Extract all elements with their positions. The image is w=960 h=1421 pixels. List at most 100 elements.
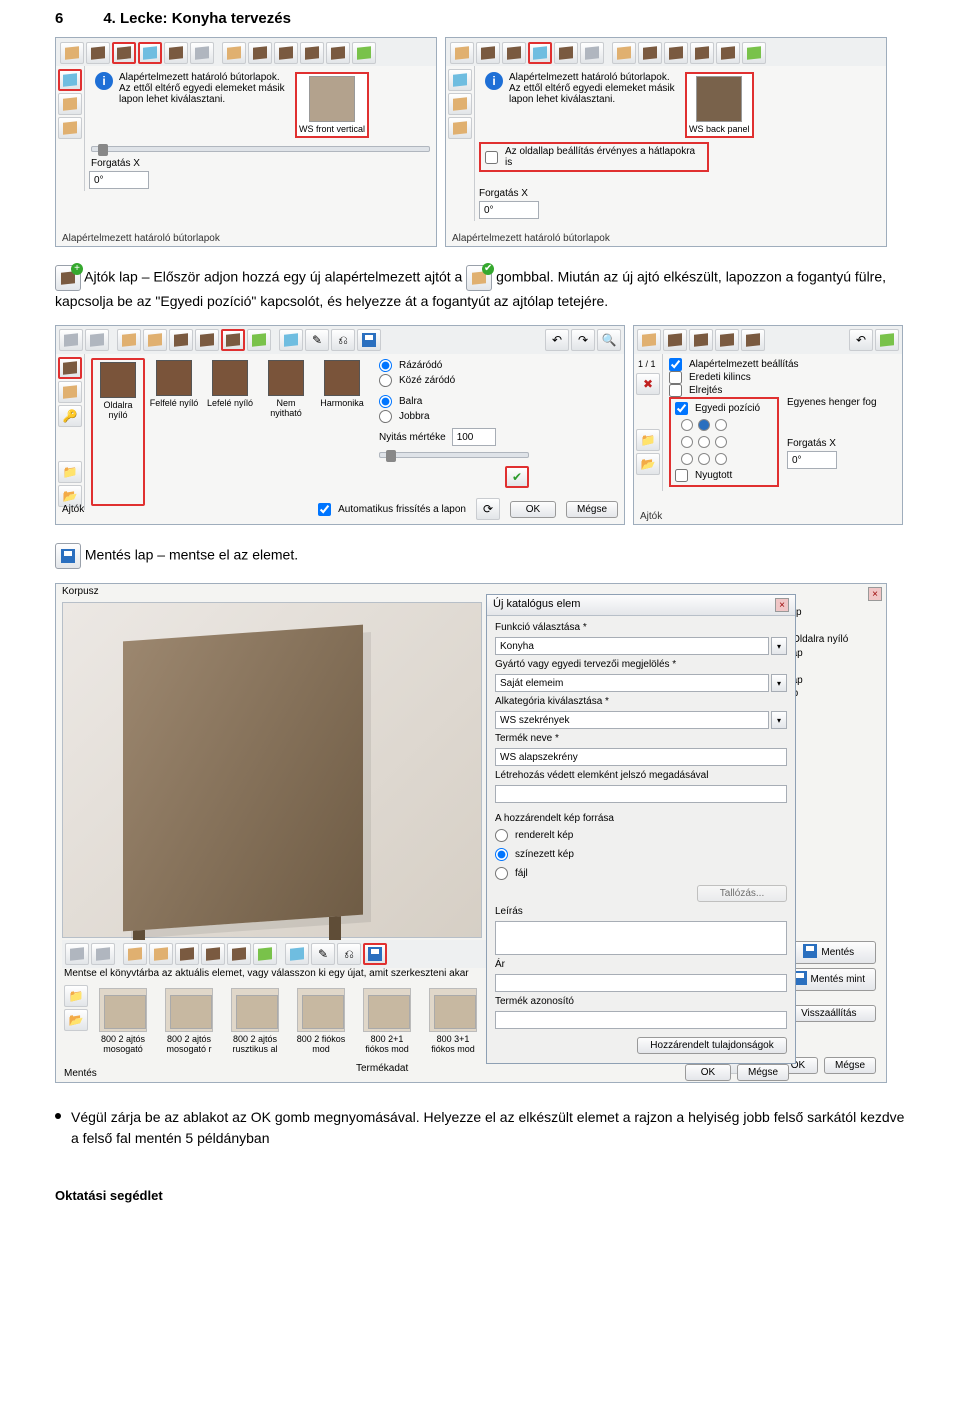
cabinet-icon[interactable] bbox=[476, 42, 500, 64]
tb-icon[interactable] bbox=[59, 329, 83, 351]
door-type-felfele[interactable]: Felfelé nyíló bbox=[147, 358, 201, 506]
ok-button[interactable]: OK bbox=[510, 501, 556, 518]
cabinet-icon[interactable] bbox=[612, 42, 636, 64]
cabinet-icon[interactable] bbox=[554, 42, 578, 64]
tb-icon[interactable] bbox=[149, 943, 173, 965]
side-icon[interactable] bbox=[58, 93, 82, 115]
checkbox-auto-refresh[interactable] bbox=[318, 503, 331, 516]
cabinet-icon[interactable] bbox=[502, 42, 526, 64]
side-icon[interactable] bbox=[448, 93, 472, 115]
undo-icon[interactable]: ↶ bbox=[545, 329, 569, 351]
tb-icon[interactable]: ✎ bbox=[311, 943, 335, 965]
side-icon[interactable] bbox=[448, 117, 472, 139]
cabinet-icon-selected[interactable] bbox=[138, 42, 162, 64]
checkbox-default[interactable] bbox=[669, 358, 682, 371]
selected-back-thumb[interactable]: WS back panel bbox=[685, 72, 754, 138]
cabinet-icon[interactable] bbox=[300, 42, 324, 64]
input-termekid[interactable] bbox=[495, 1011, 787, 1029]
checkbox-nyugtott[interactable] bbox=[675, 469, 688, 482]
radio-koze[interactable] bbox=[379, 374, 392, 387]
library-item[interactable]: 800 2 ajtós mosogató r bbox=[160, 988, 218, 1054]
tb-icon-selected[interactable] bbox=[221, 329, 245, 351]
checkbox-hide[interactable] bbox=[669, 384, 682, 397]
cancel-button[interactable]: Mégse bbox=[566, 501, 618, 518]
input-funkcio[interactable]: Konyha bbox=[495, 637, 769, 655]
side-icon[interactable]: 📁 bbox=[64, 985, 88, 1007]
library-item[interactable]: 800 2 ajtós mosogató bbox=[94, 988, 152, 1054]
cabinet-icon[interactable] bbox=[352, 42, 376, 64]
cabinet-icon[interactable] bbox=[580, 42, 604, 64]
door-type-harmonika[interactable]: Harmonika bbox=[315, 358, 369, 506]
cabinet-icon[interactable] bbox=[190, 42, 214, 64]
checkbox-orig-handle[interactable] bbox=[669, 371, 682, 384]
tb-icon[interactable] bbox=[689, 329, 713, 351]
close-icon[interactable]: × bbox=[868, 587, 882, 601]
door-type-lefele[interactable]: Lefelé nyíló bbox=[203, 358, 257, 506]
selected-front-thumb[interactable]: WS front vertical bbox=[295, 72, 369, 138]
radio-color-img[interactable] bbox=[495, 848, 508, 861]
cabinet-icon[interactable] bbox=[326, 42, 350, 64]
zoom-icon[interactable]: 🔍 bbox=[597, 329, 621, 351]
tb-icon[interactable] bbox=[285, 943, 309, 965]
dialog-ok-button[interactable]: OK bbox=[685, 1064, 731, 1081]
input-termeknev[interactable]: WS alapszekrény bbox=[495, 748, 787, 766]
input-alkat[interactable]: WS szekrények bbox=[495, 711, 769, 729]
side-icon[interactable] bbox=[448, 69, 472, 91]
confirm-icon[interactable]: ✔ bbox=[505, 466, 529, 488]
tb-icon[interactable] bbox=[637, 329, 661, 351]
tb-icon[interactable] bbox=[201, 943, 225, 965]
input-forgatas-x[interactable]: 0° bbox=[89, 171, 149, 189]
cabinet-icon[interactable] bbox=[450, 42, 474, 64]
save-icon[interactable] bbox=[55, 543, 81, 569]
tb-icon[interactable] bbox=[175, 943, 199, 965]
tb-icon[interactable] bbox=[143, 329, 167, 351]
cabinet-icon[interactable] bbox=[164, 42, 188, 64]
cabinet-icon[interactable] bbox=[60, 42, 84, 64]
cabinet-icon[interactable] bbox=[274, 42, 298, 64]
cabinet-icon[interactable] bbox=[664, 42, 688, 64]
radio-jobbra[interactable] bbox=[379, 410, 392, 423]
tb-icon[interactable] bbox=[741, 329, 765, 351]
input-forgatas-x[interactable]: 0° bbox=[479, 201, 539, 219]
side-icon[interactable]: 📂 bbox=[64, 1009, 88, 1031]
tb-icon[interactable] bbox=[85, 329, 109, 351]
library-item[interactable]: 800 2 fiókos mod bbox=[292, 988, 350, 1054]
library-item[interactable]: 800 2 ajtós rusztikus al bbox=[226, 988, 284, 1054]
tb-icon[interactable] bbox=[123, 943, 147, 965]
checkbox-custom-position[interactable] bbox=[675, 402, 688, 415]
cabinet-icon[interactable] bbox=[248, 42, 272, 64]
slider-nyitas[interactable] bbox=[379, 452, 529, 458]
tb-icon[interactable] bbox=[195, 329, 219, 351]
add-icon[interactable] bbox=[875, 329, 899, 351]
save-icon-selected[interactable] bbox=[363, 943, 387, 965]
props-button[interactable]: Hozzárendelt tulajdonságok bbox=[637, 1037, 787, 1054]
tb-icon[interactable]: ⎌ bbox=[337, 943, 361, 965]
tb-icon[interactable] bbox=[65, 943, 89, 965]
refresh-icon[interactable]: ⟳ bbox=[476, 498, 500, 520]
add-icon[interactable]: + bbox=[55, 265, 81, 291]
delete-icon[interactable]: ✖ bbox=[636, 373, 660, 395]
tb-icon[interactable] bbox=[247, 329, 271, 351]
side-icon-selected[interactable] bbox=[58, 357, 82, 379]
cabinet-icon[interactable] bbox=[716, 42, 740, 64]
cancel-button-outer[interactable]: Mégse bbox=[824, 1057, 876, 1074]
door-type-oldalra[interactable]: Oldalra nyíló bbox=[91, 358, 145, 506]
tb-icon[interactable] bbox=[169, 329, 193, 351]
tb-icon[interactable] bbox=[279, 329, 303, 351]
radio-balra[interactable] bbox=[379, 395, 392, 408]
cabinet-icon-selected[interactable] bbox=[528, 42, 552, 64]
tb-icon[interactable] bbox=[91, 943, 115, 965]
side-icon[interactable]: 🔑 bbox=[58, 405, 82, 427]
side-icon[interactable] bbox=[58, 117, 82, 139]
tb-icon[interactable]: ↶ bbox=[849, 329, 873, 351]
side-icon[interactable]: 📁 bbox=[636, 429, 660, 451]
radio-razarodo[interactable] bbox=[379, 359, 392, 372]
add-icon[interactable]: ✔ bbox=[466, 265, 492, 291]
browse-button[interactable]: Tallózás... bbox=[697, 885, 787, 902]
side-icon[interactable] bbox=[58, 381, 82, 403]
cabinet-icon[interactable] bbox=[742, 42, 766, 64]
redo-icon[interactable]: ↷ bbox=[571, 329, 595, 351]
cabinet-icon[interactable] bbox=[638, 42, 662, 64]
tb-icon[interactable] bbox=[715, 329, 739, 351]
tb-icon[interactable]: ⎌ bbox=[331, 329, 355, 351]
